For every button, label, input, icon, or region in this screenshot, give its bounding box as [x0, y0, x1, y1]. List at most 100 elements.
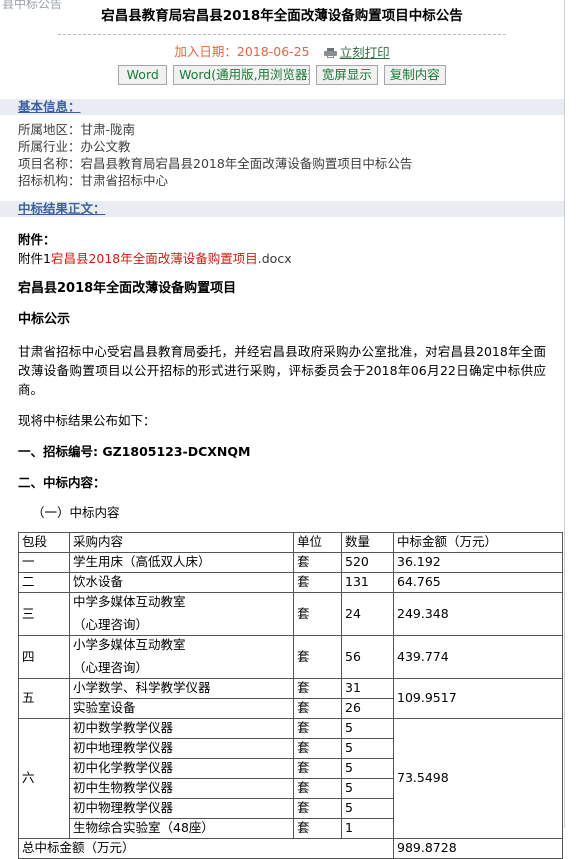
attachment-extension: .docx: [257, 251, 292, 266]
basic-info-list: 所属地区：甘肃-陇南 所属行业：办公文教 项目名称：宕昌县教育局宕昌县2018年…: [18, 121, 564, 189]
cell-content: 中学多媒体互动教室 （心理咨询）: [70, 593, 294, 636]
header-quantity: 数量: [342, 533, 394, 553]
info-row-region: 所属地区：甘肃-陇南: [18, 122, 136, 137]
total-amount: 989.8728: [394, 839, 563, 859]
word-generic-button[interactable]: Word(通用版,用浏览器查: [173, 65, 311, 85]
cell-quantity: 24: [342, 593, 394, 636]
body-paragraph-2: 现将中标结果公布如下：: [18, 413, 156, 428]
attachment-prefix: 附件1: [18, 251, 51, 266]
print-button[interactable]: 立刻打印: [323, 45, 390, 61]
cell-quantity: 1: [342, 819, 394, 839]
result-body-band-label: 中标结果正文：: [18, 201, 106, 216]
cell-amount: 36.192: [394, 553, 563, 573]
cell-quantity: 56: [342, 636, 394, 679]
content-column: 宕昌县教育局宕昌县2018年全面改薄设备购置项目中标公告 加入日期：2018-0…: [0, 0, 564, 859]
cell-amount: 439.774: [394, 636, 563, 679]
meta-line: 加入日期：2018-06-25 立刻打印: [0, 44, 564, 61]
page-root: 县中标公告 宕昌县教育局宕昌县2018年全面改薄设备购置项目中标公告 加入日期：…: [0, 0, 588, 859]
cell-unit: 套: [294, 553, 342, 573]
table-row: 三 中学多媒体互动教室 （心理咨询） 套 24 249.348: [19, 593, 563, 636]
project-title: 宕昌县2018年全面改薄设备购置项目: [18, 281, 237, 296]
page-right-border: [564, 0, 565, 828]
basic-info-band-label: 基本信息：: [18, 99, 81, 114]
table-row: 六 初中数学教学仪器 套 5 73.5498: [19, 719, 563, 839]
page-title: 宕昌县教育局宕昌县2018年全面改薄设备购置项目中标公告: [101, 8, 463, 24]
cell-quantity: 5: [342, 779, 394, 799]
cell-amount: 109.9517: [394, 679, 563, 719]
cell-content: 小学数学、科学教学仪器: [70, 679, 294, 699]
result-body-area: 附件： 附件1宕昌县2018年全面改薄设备购置项目.docx 宕昌县2018年全…: [18, 231, 563, 859]
publish-title: 中标公示: [18, 312, 71, 327]
document-toolbar: Word Word(通用版,用浏览器查 宽屏显示 复制内容: [0, 65, 564, 85]
cell-quantity: 26: [342, 699, 394, 719]
subsection-heading-1: （一）中标内容: [32, 505, 120, 520]
header-amount: 中标金额（万元）: [394, 533, 563, 553]
table-row: 四 小学多媒体互动教室 （心理咨询） 套 56 439.774: [19, 636, 563, 679]
cell-quantity: 520: [342, 553, 394, 573]
cell-unit: 套: [294, 679, 342, 699]
word-button[interactable]: Word: [118, 65, 168, 85]
publish-date: 加入日期：2018-06-25: [174, 44, 310, 59]
cell-amount: 249.348: [394, 593, 563, 636]
basic-info-band: 基本信息：: [0, 99, 564, 115]
cell-content: 饮水设备: [70, 573, 294, 593]
cell-content: 初中物理教学仪器: [70, 799, 294, 819]
cell-unit: 套: [294, 759, 342, 779]
cell-content-line2: （心理咨询）: [73, 617, 149, 632]
attachment-heading: 附件：: [18, 232, 56, 247]
widescreen-button[interactable]: 宽屏显示: [315, 65, 378, 85]
cell-unit: 套: [294, 819, 342, 839]
result-body-band: 中标结果正文：: [0, 201, 564, 217]
cell-package: 四: [19, 636, 70, 679]
attachment-link[interactable]: 宕昌县2018年全面改薄设备购置项目: [51, 251, 258, 266]
cell-unit: 套: [294, 779, 342, 799]
cell-quantity: 5: [342, 759, 394, 779]
cell-quantity: 131: [342, 573, 394, 593]
cell-amount: 73.5498: [394, 719, 563, 839]
table-row: 二 饮水设备 套 131 64.765: [19, 573, 563, 593]
cell-content-line1: 小学多媒体互动教室: [73, 637, 186, 652]
cell-content: 初中地理教学仪器: [70, 739, 294, 759]
cell-amount: 64.765: [394, 573, 563, 593]
cell-package: 六: [19, 719, 70, 839]
table-row: 一 学生用床（高低双人床） 套 520 36.192: [19, 553, 563, 573]
cell-unit: 套: [294, 699, 342, 719]
section-heading-2: 二、中标内容：: [18, 475, 106, 490]
table-header-row: 包段 采购内容 单位 数量 中标金额（万元）: [19, 533, 563, 553]
bid-results-table: 包段 采购内容 单位 数量 中标金额（万元） 一 学生用床（高低双人床） 套 5…: [18, 532, 563, 859]
total-label: 总中标金额（万元）: [19, 839, 394, 859]
cell-unit: 套: [294, 799, 342, 819]
cell-content: 学生用床（高低双人床）: [70, 553, 294, 573]
body-paragraph-1: 甘肃省招标中心受宕昌县教育局委托，并经宕昌县政府采购办公室批准，对宕昌县2018…: [18, 344, 546, 397]
header-content: 采购内容: [70, 533, 294, 553]
cell-content: 初中化学教学仪器: [70, 759, 294, 779]
cell-content: 小学多媒体互动教室 （心理咨询）: [70, 636, 294, 679]
cell-unit: 套: [294, 739, 342, 759]
cell-quantity: 5: [342, 739, 394, 759]
cell-package: 三: [19, 593, 70, 636]
table-total-row: 总中标金额（万元） 989.8728: [19, 839, 563, 859]
printer-icon: [323, 48, 337, 58]
table-row: 五 小学数学、科学教学仪器 套 31 109.9517: [19, 679, 563, 719]
cell-package: 五: [19, 679, 70, 719]
cell-quantity: 5: [342, 719, 394, 739]
cell-content: 初中数学教学仪器: [70, 719, 294, 739]
header-package: 包段: [19, 533, 70, 553]
cell-content-line1: 中学多媒体互动教室: [73, 594, 186, 609]
print-label: 立刻打印: [339, 45, 390, 60]
cell-quantity: 31: [342, 679, 394, 699]
title-divider: [58, 34, 506, 35]
attachment-line: 附件1宕昌县2018年全面改薄设备购置项目.docx: [18, 250, 546, 267]
cell-unit: 套: [294, 636, 342, 679]
cell-unit: 套: [294, 719, 342, 739]
cell-content: 实验室设备: [70, 699, 294, 719]
cell-quantity: 5: [342, 799, 394, 819]
cell-content-line2: （心理咨询）: [73, 660, 149, 675]
cell-unit: 套: [294, 593, 342, 636]
cell-package: 二: [19, 573, 70, 593]
info-row-agency: 招标机构：甘肃省招标中心: [18, 173, 169, 188]
cell-content: 生物综合实验室（48座）: [70, 819, 294, 839]
copy-content-button[interactable]: 复制内容: [383, 65, 446, 85]
cell-unit: 套: [294, 573, 342, 593]
info-row-project: 项目名称：宕昌县教育局宕昌县2018年全面改薄设备购置项目中标公告: [18, 156, 413, 171]
